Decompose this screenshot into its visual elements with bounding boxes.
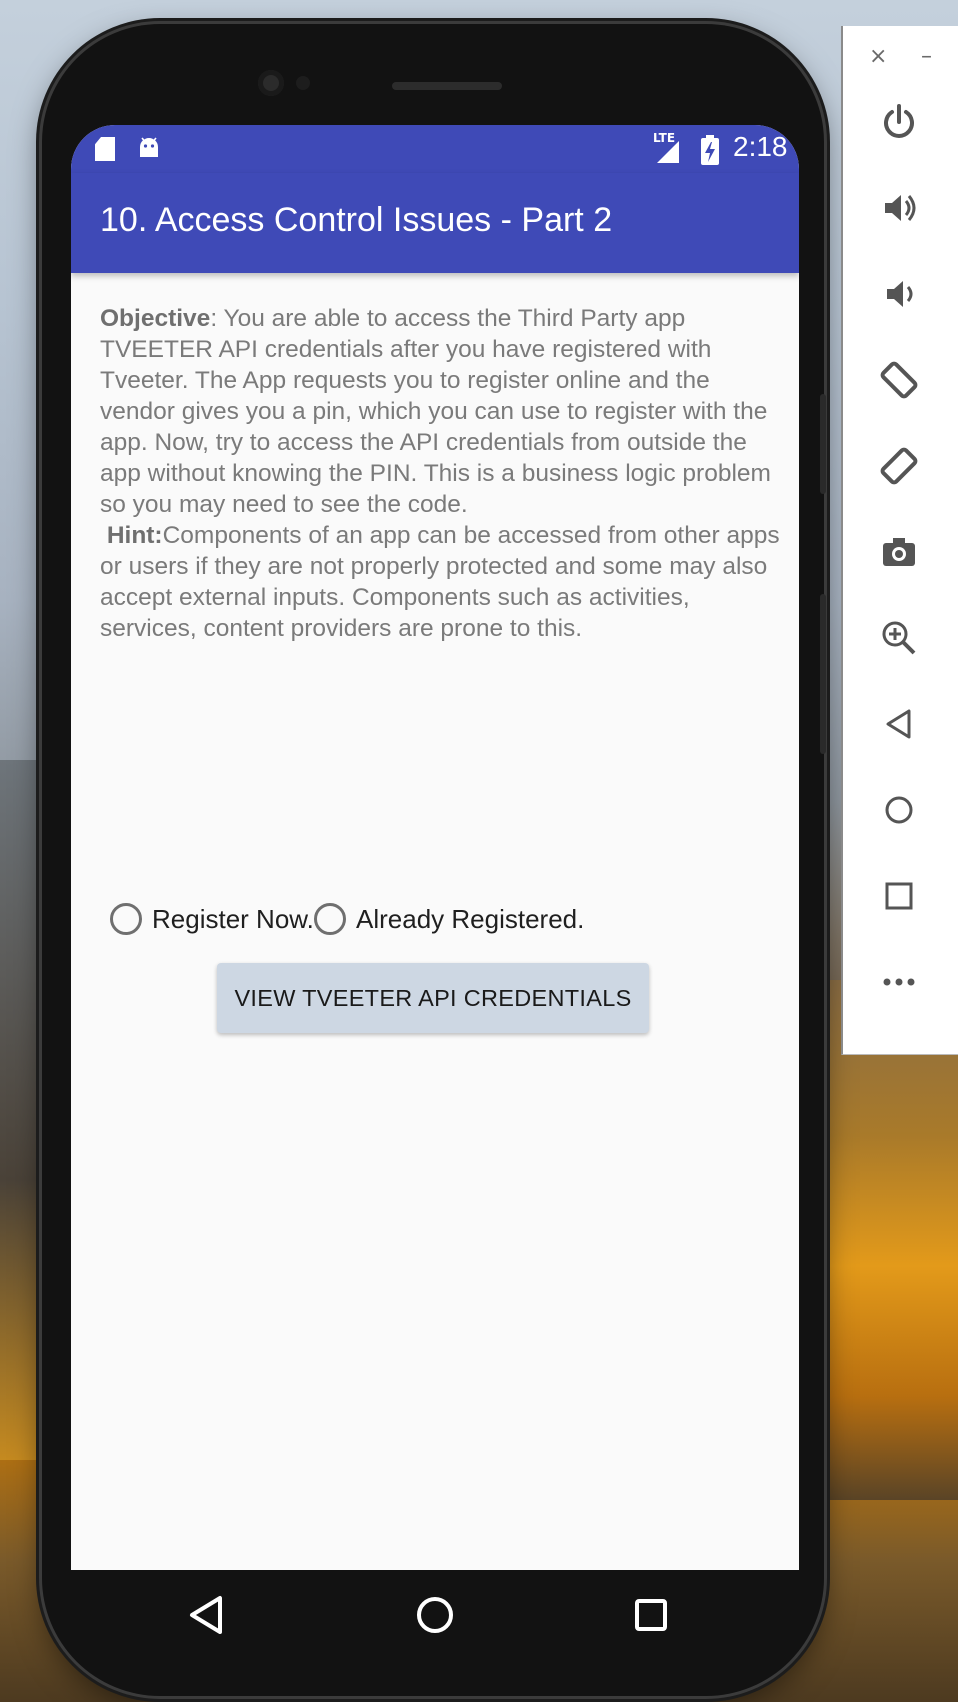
- more-icon[interactable]: [873, 956, 925, 1008]
- hint-text: Components of an app can be accessed fro…: [100, 522, 780, 642]
- rotate-right-icon[interactable]: [873, 440, 925, 492]
- radio-already-registered[interactable]: Already Registered.: [314, 903, 584, 935]
- emulator-toolbar: × –: [841, 26, 958, 1055]
- camera-icon[interactable]: [873, 526, 925, 578]
- volume-down-icon[interactable]: [873, 268, 925, 320]
- hint-label: Hint:: [106, 522, 163, 549]
- cell-signal-icon: [657, 141, 679, 163]
- front-camera: [258, 70, 284, 96]
- registration-radio-group: Register Now. Already Registered.: [110, 903, 790, 943]
- android-debug-icon: [140, 137, 158, 157]
- close-icon[interactable]: ×: [869, 44, 887, 69]
- phone-power-button: [820, 594, 826, 754]
- zoom-icon[interactable]: [873, 612, 925, 664]
- overview-icon[interactable]: [873, 870, 925, 922]
- recents-square-icon[interactable]: [626, 1590, 676, 1640]
- radio-register-now[interactable]: Register Now.: [110, 903, 314, 935]
- home-icon[interactable]: [873, 784, 925, 836]
- navigation-bar: [71, 1570, 799, 1660]
- challenge-description: Objective: You are able to access the Th…: [100, 303, 780, 644]
- back-triangle-icon[interactable]: [182, 1590, 232, 1640]
- rotate-left-icon[interactable]: [873, 354, 925, 406]
- home-circle-icon[interactable]: [410, 1590, 460, 1640]
- view-api-credentials-button[interactable]: VIEW TVEETER API CREDENTIALS: [217, 963, 649, 1033]
- status-clock: 2:18: [733, 131, 788, 162]
- power-icon[interactable]: [873, 96, 925, 148]
- radio-unchecked-icon[interactable]: [110, 903, 142, 935]
- objective-label: Objective: [100, 305, 211, 332]
- status-bar: LTE 2:18: [71, 125, 799, 173]
- radio-register-now-label[interactable]: Register Now.: [152, 904, 314, 935]
- back-icon[interactable]: [873, 698, 925, 750]
- app-bar: 10. Access Control Issues - Part 2: [71, 173, 799, 273]
- radio-already-registered-label[interactable]: Already Registered.: [356, 904, 584, 935]
- page-title: 10. Access Control Issues - Part 2: [100, 201, 613, 239]
- minimize-icon[interactable]: –: [921, 44, 932, 69]
- objective-text: : You are able to access the Third Party…: [100, 305, 771, 518]
- phone-volume-button: [820, 394, 826, 494]
- earpiece-speaker: [392, 82, 502, 90]
- sd-card-icon: [95, 137, 115, 161]
- radio-unchecked-icon[interactable]: [314, 903, 346, 935]
- volume-up-icon[interactable]: [873, 182, 925, 234]
- battery-charging-icon: [701, 135, 719, 165]
- background-mountain-right: [825, 980, 958, 1500]
- device-screen: LTE 2:18 10. Access Control Issues - Par…: [71, 125, 799, 1570]
- desktop-background: LTE 2:18 10. Access Control Issues - Par…: [0, 0, 958, 1702]
- proximity-sensor: [296, 76, 310, 90]
